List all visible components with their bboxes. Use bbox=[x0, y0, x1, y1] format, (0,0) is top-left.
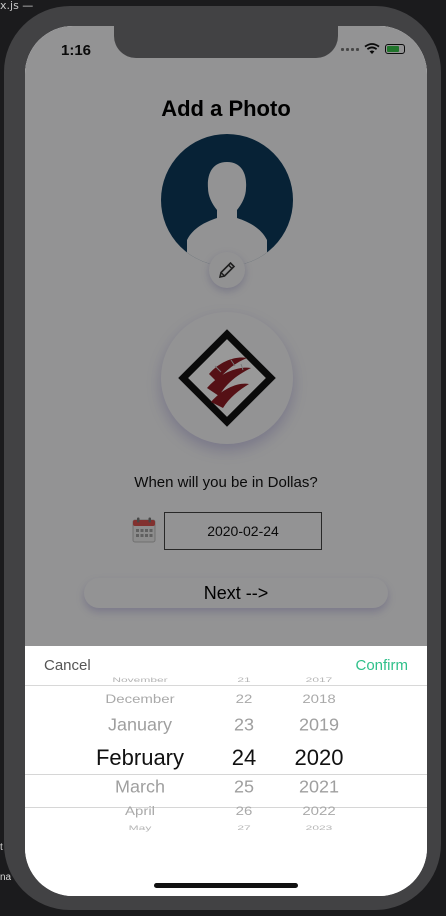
phone-notch bbox=[114, 26, 338, 58]
day-option[interactable]: 21 bbox=[219, 676, 269, 684]
day-option[interactable]: 23 bbox=[219, 716, 269, 736]
year-option[interactable]: 2019 bbox=[283, 716, 355, 736]
year-option[interactable]: 2017 bbox=[283, 676, 355, 684]
year-option[interactable]: 2022 bbox=[283, 805, 355, 819]
editor-gutter-mark: na bbox=[0, 872, 12, 883]
month-option[interactable]: November bbox=[79, 676, 201, 684]
day-option[interactable]: 24 bbox=[219, 745, 269, 771]
modal-backdrop[interactable] bbox=[25, 26, 427, 646]
date-picker-sheet: Cancel Confirm November December January… bbox=[25, 646, 427, 896]
month-option[interactable]: December bbox=[79, 693, 201, 707]
year-option[interactable]: 2020 bbox=[283, 745, 355, 771]
phone-screen: 1:16 Add a Photo When will you be in Dol… bbox=[25, 26, 427, 896]
home-indicator[interactable] bbox=[154, 883, 298, 888]
month-option[interactable]: February bbox=[79, 745, 201, 771]
year-option[interactable]: 2021 bbox=[283, 778, 355, 798]
phone-frame: 1:16 Add a Photo When will you be in Dol… bbox=[4, 6, 441, 910]
day-option[interactable]: 22 bbox=[219, 693, 269, 707]
year-option[interactable]: 2023 bbox=[283, 824, 355, 832]
month-option[interactable]: April bbox=[79, 805, 201, 819]
editor-gutter-mark: t bbox=[0, 842, 3, 853]
year-option[interactable]: 2018 bbox=[283, 693, 355, 707]
month-option[interactable]: May bbox=[79, 824, 201, 832]
day-option[interactable]: 27 bbox=[219, 824, 269, 832]
cancel-button[interactable]: Cancel bbox=[44, 657, 91, 674]
month-option[interactable]: March bbox=[79, 778, 201, 798]
day-option[interactable]: 25 bbox=[219, 778, 269, 798]
month-option[interactable]: January bbox=[79, 716, 201, 736]
confirm-button[interactable]: Confirm bbox=[355, 657, 408, 674]
day-option[interactable]: 26 bbox=[219, 805, 269, 819]
